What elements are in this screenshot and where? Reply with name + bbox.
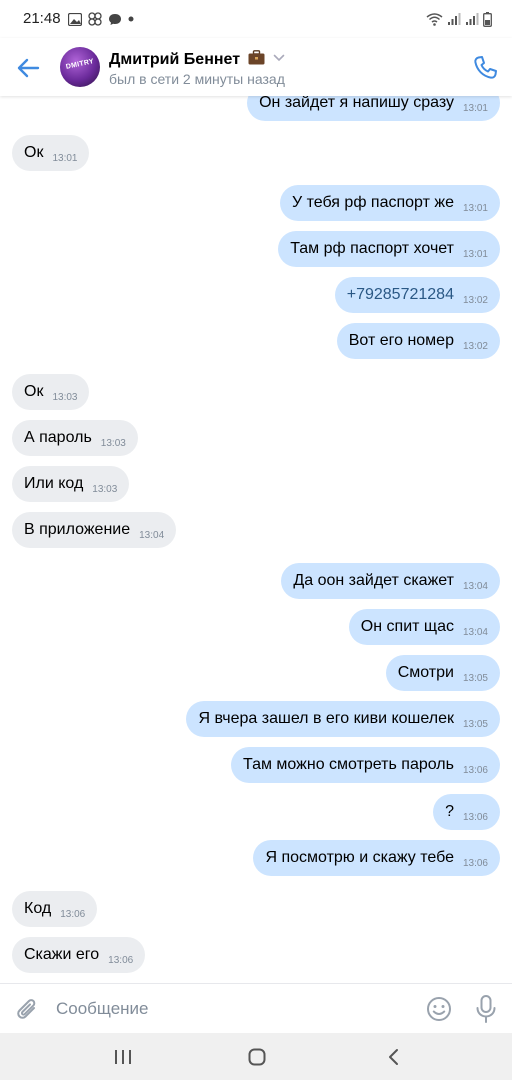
message-time: 13:02 <box>462 340 488 352</box>
message-input[interactable] <box>56 996 406 1022</box>
message-text: Смотри <box>397 664 454 681</box>
signal-icon <box>448 13 461 25</box>
microphone-icon[interactable] <box>472 994 500 1024</box>
wifi-icon <box>426 13 443 26</box>
message-time: 13:01 <box>52 152 78 164</box>
message-time: 13:04 <box>139 529 165 541</box>
message-phone-link[interactable]: +79285721284 <box>347 286 454 304</box>
message-text: Он спит щас <box>360 618 454 635</box>
outgoing-message[interactable]: +79285721284 13:02 <box>334 277 500 313</box>
phone-icon[interactable] <box>470 53 500 83</box>
message-text: Да оон зайдет скажет <box>293 572 454 589</box>
avatar[interactable]: DMITRY <box>60 47 100 87</box>
contact-status: был в сети 2 минуты назад <box>109 71 285 87</box>
message-time: 13:01 <box>462 248 488 260</box>
incoming-message[interactable]: А пароль 13:03 <box>12 420 138 456</box>
message-text: ? <box>445 803 454 820</box>
outgoing-message[interactable]: Там рф паспорт хочет 13:01 <box>278 231 500 267</box>
message-time: 13:06 <box>462 764 488 776</box>
status-time: 21:48 <box>23 10 61 27</box>
message-text: Я посмотрю и скажу тебе <box>265 849 454 866</box>
chat-header: DMITRY Дмитрий Беннет был в сети 2 минут… <box>0 38 512 96</box>
message-time: 13:01 <box>462 202 488 214</box>
message-text: Я вчера зашел в его киви кошелек <box>198 710 454 727</box>
message-text: А пароль <box>24 429 92 446</box>
message-time: 13:06 <box>462 811 488 823</box>
outgoing-message[interactable]: Он спит щас 13:04 <box>348 609 500 645</box>
message-text: Там можно смотреть пароль <box>243 756 454 773</box>
incoming-message[interactable]: В приложение 13:04 <box>12 512 177 548</box>
incoming-message[interactable]: Код 13:06 <box>12 891 98 927</box>
recent-apps-icon[interactable] <box>112 1047 134 1067</box>
message-text: Или код <box>24 475 84 492</box>
system-icons <box>426 11 492 27</box>
message-time: 13:04 <box>462 580 488 592</box>
nav-back-icon[interactable] <box>383 1046 405 1068</box>
home-icon[interactable] <box>246 1046 268 1068</box>
incoming-message[interactable]: Или код 13:03 <box>12 466 130 502</box>
briefcase-icon <box>248 50 264 65</box>
incoming-message[interactable]: Скажи его 13:06 <box>12 937 146 973</box>
contact-name-text: Дмитрий Беннет <box>109 51 241 68</box>
message-composer <box>0 983 512 1034</box>
message-time: 13:01 <box>462 102 488 114</box>
message-time: 13:05 <box>462 672 488 684</box>
avatar-label: DMITRY <box>65 58 95 71</box>
message-text: В приложение <box>24 521 131 538</box>
smile-icon[interactable] <box>425 995 453 1023</box>
chevron-down-icon[interactable] <box>273 54 285 62</box>
message-time: 13:06 <box>108 954 134 966</box>
outgoing-message[interactable]: Я посмотрю и скажу тебе 13:06 <box>253 840 500 876</box>
contact-name[interactable]: Дмитрий Беннет <box>109 50 285 69</box>
notification-icons <box>68 11 134 27</box>
message-text: Скажи его <box>24 946 100 963</box>
outgoing-message[interactable]: Там можно смотреть пароль 13:06 <box>231 747 500 783</box>
pinwheel-icon <box>88 12 102 26</box>
system-nav-bar <box>0 1033 512 1080</box>
message-time: 13:05 <box>462 718 488 730</box>
outgoing-message[interactable]: ? 13:06 <box>433 794 500 830</box>
gallery-icon <box>68 12 82 26</box>
message-time: 13:04 <box>462 626 488 638</box>
message-time: 13:03 <box>92 483 118 495</box>
message-time: 13:06 <box>60 908 86 920</box>
status-bar: 21:48 <box>0 0 512 38</box>
outgoing-message[interactable]: Смотри 13:05 <box>385 655 500 691</box>
message-time: 13:03 <box>52 391 78 403</box>
message-text: Он зайдет я напишу сразу <box>259 94 454 111</box>
message-text: Код <box>24 900 52 917</box>
message-time: 13:02 <box>462 294 488 306</box>
message-list: Он зайдет я напишу сразу 13:01 Ок 13:01 У те… <box>0 0 512 1080</box>
incoming-message[interactable]: Ок 13:03 <box>12 374 90 410</box>
message-time: 13:03 <box>100 437 126 449</box>
message-text: Ок <box>24 144 44 161</box>
outgoing-message[interactable]: Я вчера зашел в его киви кошелек 13:05 <box>186 701 500 737</box>
message-text: У тебя рф паспорт же <box>292 194 454 211</box>
outgoing-message[interactable]: У тебя рф паспорт же 13:01 <box>280 185 500 221</box>
message-time: 13:06 <box>462 857 488 869</box>
incoming-message[interactable]: Ок 13:01 <box>12 135 90 171</box>
message-text: Вот его номер <box>348 332 454 349</box>
back-arrow-icon[interactable] <box>14 54 42 82</box>
dot-icon <box>128 16 134 22</box>
message-text: Там рф паспорт хочет <box>290 240 454 257</box>
signal-icon-2 <box>466 13 479 25</box>
battery-icon <box>483 11 492 27</box>
chat-bubble-icon <box>109 13 121 25</box>
message-text: Ок <box>24 383 44 400</box>
outgoing-message[interactable]: Да оон зайдет скажет 13:04 <box>281 563 500 599</box>
outgoing-message[interactable]: Вот его номер 13:02 <box>336 323 500 359</box>
paperclip-icon[interactable] <box>14 996 42 1024</box>
